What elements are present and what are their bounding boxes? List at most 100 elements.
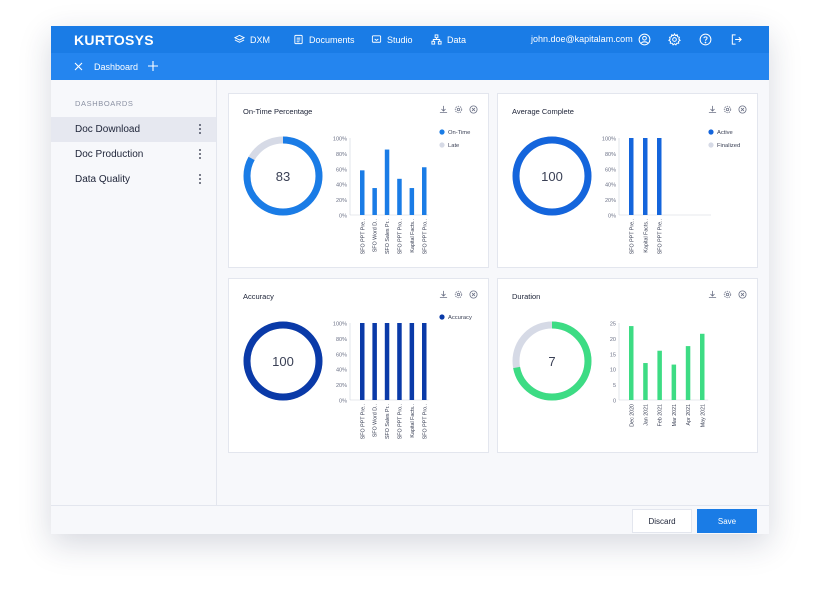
- x-tick-label: Kapital Facts..: [410, 219, 416, 253]
- legend-label: Late: [448, 143, 459, 149]
- bar: [397, 178, 402, 215]
- y-tick-label: 80%: [336, 337, 347, 343]
- card-average-complete: Average Complete 100 100% 80% 60% 40% 20% 0% SF…: [497, 93, 758, 268]
- y-tick-label: 60%: [336, 167, 347, 173]
- y-tick-label: 100%: [333, 137, 347, 143]
- x-tick-label: SFO PPT Pre..: [629, 219, 635, 254]
- y-tick-label: 100%: [602, 137, 616, 143]
- card-duration: Duration 7 25 20 15 10 5 0 Dec 2020 Jan 2021 Feb …: [497, 278, 758, 453]
- gauge-value: 7: [548, 354, 555, 369]
- x-tick-label: SFO PPT Pro..: [397, 219, 403, 254]
- nav-documents[interactable]: Documents: [293, 34, 355, 45]
- y-tick-label: 15: [610, 352, 616, 358]
- x-tick-label: Apr 2021: [686, 404, 692, 426]
- bar: [372, 188, 377, 215]
- bar: [685, 346, 691, 400]
- bar: [629, 138, 634, 215]
- y-tick-label: 40%: [605, 183, 616, 189]
- nav-dxm-label: DXM: [250, 34, 270, 45]
- x-tick-label: SFO Sales Pr..: [385, 219, 391, 254]
- tab-bar: Dashboard: [51, 53, 769, 80]
- y-tick-label: 25: [610, 322, 616, 328]
- sidebar-item-doc-production[interactable]: Doc Production: [51, 142, 216, 167]
- nav-documents-label: Documents: [309, 34, 355, 45]
- y-tick-label: 20: [610, 337, 616, 343]
- bar: [409, 323, 415, 400]
- sidebar-item-label: Data Quality: [75, 174, 131, 185]
- legend-swatch: [708, 129, 714, 135]
- bar: [657, 138, 662, 215]
- y-tick-label: 100%: [333, 322, 347, 328]
- y-tick-label: 80%: [605, 152, 616, 158]
- nav-dxm[interactable]: DXM: [234, 34, 270, 45]
- kebab-menu-icon[interactable]: [198, 148, 202, 160]
- legend-swatch: [708, 142, 714, 148]
- layers-icon: [234, 34, 245, 43]
- x-tick-label: Kapital Facts..: [410, 404, 416, 438]
- y-tick-label: 5: [613, 383, 616, 389]
- bar: [384, 323, 390, 400]
- nav-studio[interactable]: Studio: [371, 34, 413, 45]
- x-tick-label: SFO PPT Pro..: [422, 404, 428, 439]
- tab-dashboard[interactable]: Dashboard: [94, 62, 138, 72]
- sidebar-item-doc-download[interactable]: Doc Download: [51, 117, 216, 142]
- y-tick-label: 40%: [336, 368, 347, 374]
- y-tick-label: 60%: [336, 352, 347, 358]
- kebab-menu-icon[interactable]: [198, 173, 202, 185]
- gauge-value: 83: [276, 169, 290, 184]
- bar: [384, 149, 390, 215]
- bar: [700, 333, 705, 400]
- legend-label: Finalized: [717, 143, 740, 149]
- legend-swatch: [439, 129, 445, 135]
- chart-average-complete: 100 100% 80% 60% 40% 20% 0% SFO PPT Pre.. Kapita…: [512, 129, 740, 254]
- kebab-menu-icon[interactable]: [198, 123, 202, 135]
- x-tick-label: SFO Word D..: [373, 219, 379, 252]
- user-icon[interactable]: [638, 33, 651, 46]
- discard-button[interactable]: Discard: [632, 509, 692, 533]
- legend-label: On-Time: [448, 130, 470, 136]
- help-icon[interactable]: [699, 33, 712, 46]
- chart-accuracy: 100 100% 80% 60% 40% 20% 0% SFO PPT Pre.. SFO Wo…: [243, 314, 472, 439]
- legend-swatch: [439, 142, 445, 148]
- app-window: KURTOSYS DXM Documents Studio Data john.…: [51, 26, 769, 534]
- card-accuracy: Accuracy 100 100% 80% 60% 40% 20% 0% SFO PPT Pr…: [228, 278, 489, 453]
- x-tick-label: SFO PPT Pre..: [360, 404, 366, 439]
- bar: [629, 326, 634, 400]
- plus-icon[interactable]: [147, 60, 159, 72]
- app-logo: KURTOSYS: [74, 32, 154, 48]
- top-navbar: KURTOSYS DXM Documents Studio Data john.…: [51, 26, 769, 53]
- y-tick-label: 80%: [336, 152, 347, 158]
- bar: [657, 350, 662, 400]
- chart-on-time-percentage: 83 100% 80% 60% 40% 20% 0% SFO PPT Pre.. SFO Wor…: [243, 129, 470, 254]
- x-tick-label: Mar 2021: [672, 404, 678, 426]
- sidebar-item-label: Doc Production: [75, 149, 144, 160]
- sidebar-item-label: Doc Download: [75, 124, 141, 135]
- close-icon[interactable]: [73, 61, 84, 72]
- y-tick-label: 20%: [336, 198, 347, 204]
- x-tick-label: Feb 2021: [658, 404, 664, 426]
- y-tick-label: 20%: [336, 383, 347, 389]
- sidebar: DASHBOARDS Doc Download Doc Production D…: [51, 80, 217, 505]
- nav-data[interactable]: Data: [431, 34, 466, 45]
- user-email[interactable]: john.doe@kapitalam.com: [531, 34, 633, 44]
- nav-data-label: Data: [447, 34, 467, 45]
- document-icon: [294, 34, 303, 45]
- x-tick-label: SFO PPT Pre..: [657, 219, 663, 254]
- hierarchy-icon: [431, 34, 442, 45]
- gear-icon[interactable]: [668, 33, 681, 46]
- y-tick-label: 10: [610, 368, 616, 374]
- save-button[interactable]: Save: [697, 509, 757, 533]
- bar: [643, 138, 648, 215]
- x-tick-label: SFO PPT Pro..: [422, 219, 428, 254]
- legend-label: Active: [717, 130, 733, 136]
- x-tick-label: SFO Sales Pr..: [385, 404, 391, 439]
- legend-label: Accuracy: [448, 315, 472, 321]
- legend-swatch: [439, 314, 445, 320]
- logout-icon[interactable]: [730, 33, 743, 46]
- y-tick-label: 0: [613, 399, 616, 405]
- y-tick-label: 20%: [605, 198, 616, 204]
- sidebar-item-data-quality[interactable]: Data Quality: [51, 167, 216, 192]
- y-tick-label: 60%: [605, 167, 616, 173]
- studio-icon: [371, 35, 382, 43]
- nav-studio-label: Studio: [387, 34, 413, 45]
